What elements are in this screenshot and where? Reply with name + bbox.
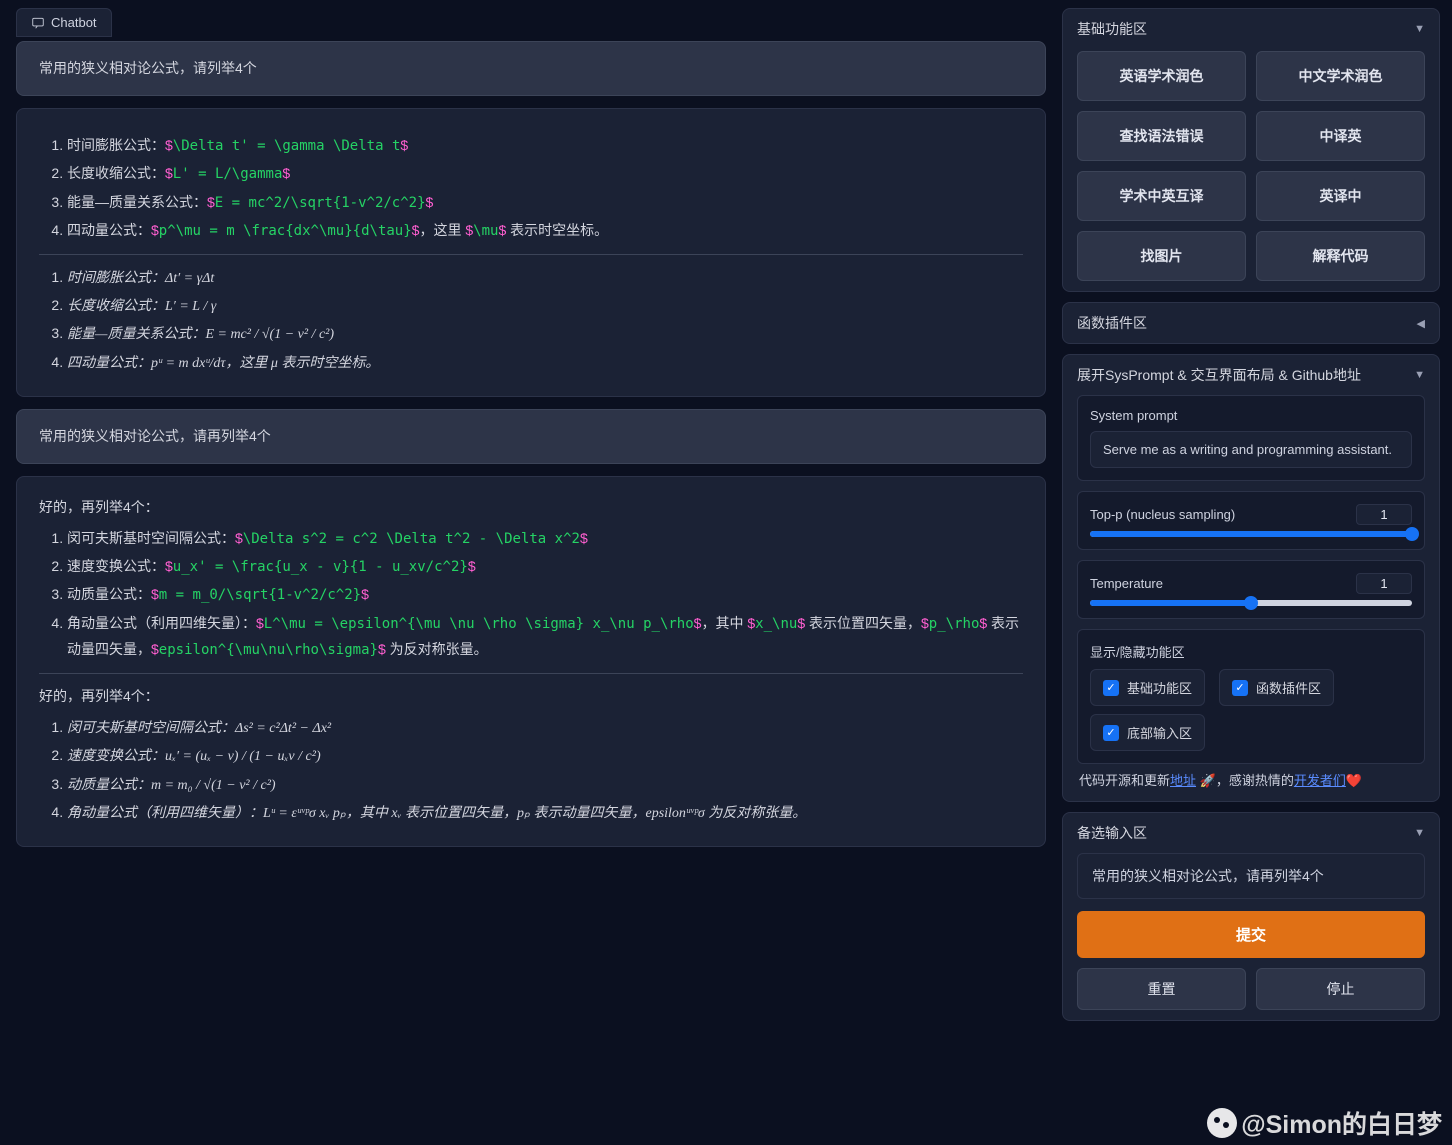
fn-explain-code[interactable]: 解释代码 bbox=[1256, 231, 1425, 281]
temp-value[interactable]: 1 bbox=[1356, 573, 1412, 594]
fn-english-polish[interactable]: 英语学术润色 bbox=[1077, 51, 1246, 101]
reset-button[interactable]: 重置 bbox=[1077, 968, 1246, 1010]
fn-grammar-check[interactable]: 查找语法错误 bbox=[1077, 111, 1246, 161]
user-text: 常用的狭义相对论公式，请再列举4个 bbox=[39, 428, 271, 444]
slider-thumb[interactable] bbox=[1244, 596, 1258, 610]
chevron-left-icon: ◀ bbox=[1417, 317, 1425, 330]
plugins-panel-header[interactable]: 函数插件区 ◀ bbox=[1077, 313, 1425, 333]
sysprompt-input[interactable]: Serve me as a writing and programming as… bbox=[1090, 431, 1412, 468]
toggle-header: 显示/隐藏功能区 bbox=[1090, 642, 1412, 661]
sysprompt-panel-title: 展开SysPrompt & 交互界面布局 & Github地址 bbox=[1077, 365, 1361, 385]
devs-link[interactable]: 开发者们 bbox=[1294, 773, 1346, 788]
basic-button-grid: 英语学术润色 中文学术润色 查找语法错误 中译英 学术中英互译 英译中 找图片 … bbox=[1077, 51, 1425, 281]
fn-chinese-polish[interactable]: 中文学术润色 bbox=[1256, 51, 1425, 101]
chevron-down-icon: ▼ bbox=[1414, 23, 1425, 35]
chevron-down-icon: ▼ bbox=[1414, 369, 1425, 381]
temp-slider[interactable] bbox=[1090, 600, 1412, 606]
tab-chatbot[interactable]: Chatbot bbox=[16, 8, 112, 37]
formula-list-raw: 闵可夫斯基时空间隔公式：$\Delta s^2 = c^2 \Delta t^2… bbox=[39, 526, 1023, 663]
alt-input-panel: 备选输入区 ▼ 常用的狭义相对论公式，请再列举4个 提交 重置 停止 bbox=[1062, 812, 1440, 1021]
fn-academic-translate[interactable]: 学术中英互译 bbox=[1077, 171, 1246, 221]
plugins-panel-title: 函数插件区 bbox=[1077, 313, 1147, 333]
chevron-down-icon: ▼ bbox=[1414, 827, 1425, 839]
topp-label: Top-p (nucleus sampling) bbox=[1090, 507, 1235, 522]
alt-input-header[interactable]: 备选输入区 ▼ bbox=[1077, 823, 1425, 843]
repo-link[interactable]: 地址 bbox=[1170, 773, 1196, 788]
temp-block: Temperature 1 bbox=[1077, 560, 1425, 619]
tab-label: Chatbot bbox=[51, 15, 97, 30]
chat-icon bbox=[31, 16, 45, 30]
fn-find-image[interactable]: 找图片 bbox=[1077, 231, 1246, 281]
alt-input-field[interactable]: 常用的狭义相对论公式，请再列举4个 bbox=[1077, 853, 1425, 899]
user-message: 常用的狭义相对论公式，请列举4个 bbox=[16, 41, 1046, 96]
submit-button[interactable]: 提交 bbox=[1077, 911, 1425, 958]
assistant-message: 好的，再列举4个： 闵可夫斯基时空间隔公式：$\Delta s^2 = c^2 … bbox=[16, 476, 1046, 847]
sysprompt-panel: 展开SysPrompt & 交互界面布局 & Github地址 ▼ System… bbox=[1062, 354, 1440, 802]
formula-list-rendered: 闵可夫斯基时空间隔公式：Δs² = c²Δt² − Δx² 速度变换公式：uₓ′… bbox=[39, 715, 1023, 826]
checkbox-checked-icon: ✓ bbox=[1232, 680, 1248, 696]
temp-label: Temperature bbox=[1090, 576, 1163, 591]
rocket-icon: 🚀 bbox=[1200, 773, 1216, 788]
topp-slider[interactable] bbox=[1090, 531, 1412, 537]
sysprompt-label: System prompt bbox=[1090, 408, 1412, 423]
sysprompt-block: System prompt Serve me as a writing and … bbox=[1077, 395, 1425, 481]
basic-panel: 基础功能区 ▼ 英语学术润色 中文学术润色 查找语法错误 中译英 学术中英互译 … bbox=[1062, 8, 1440, 292]
toggle-basic[interactable]: ✓基础功能区 bbox=[1090, 669, 1205, 706]
fn-en-to-zh[interactable]: 英译中 bbox=[1256, 171, 1425, 221]
alt-input-title: 备选输入区 bbox=[1077, 823, 1147, 843]
assistant-intro-rendered: 好的，再列举4个： bbox=[39, 684, 1023, 709]
checkbox-checked-icon: ✓ bbox=[1103, 680, 1119, 696]
toggle-plugins[interactable]: ✓函数插件区 bbox=[1219, 669, 1334, 706]
stop-button[interactable]: 停止 bbox=[1256, 968, 1425, 1010]
formula-list-rendered: 时间膨胀公式：Δt′ = γΔt 长度收缩公式：L′ = L / γ 能量—质量… bbox=[39, 265, 1023, 376]
topp-block: Top-p (nucleus sampling) 1 bbox=[1077, 491, 1425, 550]
assistant-message: 时间膨胀公式：$\Delta t' = \gamma \Delta t$ 长度收… bbox=[16, 108, 1046, 397]
formula-list-raw: 时间膨胀公式：$\Delta t' = \gamma \Delta t$ 长度收… bbox=[39, 133, 1023, 244]
user-message: 常用的狭义相对论公式，请再列举4个 bbox=[16, 409, 1046, 464]
checkbox-checked-icon: ✓ bbox=[1103, 725, 1119, 741]
credits-line: 代码开源和更新地址 🚀，感谢热情的开发者们❤️ bbox=[1079, 770, 1423, 789]
fn-zh-to-en[interactable]: 中译英 bbox=[1256, 111, 1425, 161]
toggle-block: 显示/隐藏功能区 ✓基础功能区 ✓函数插件区 ✓底部输入区 bbox=[1077, 629, 1425, 764]
toggle-bottominput[interactable]: ✓底部输入区 bbox=[1090, 714, 1205, 751]
basic-panel-title: 基础功能区 bbox=[1077, 19, 1147, 39]
heart-icon: ❤️ bbox=[1346, 773, 1362, 788]
sysprompt-panel-header[interactable]: 展开SysPrompt & 交互界面布局 & Github地址 ▼ bbox=[1077, 365, 1425, 385]
plugins-panel: 函数插件区 ◀ bbox=[1062, 302, 1440, 344]
topp-value[interactable]: 1 bbox=[1356, 504, 1412, 525]
assistant-intro: 好的，再列举4个： bbox=[39, 495, 1023, 520]
slider-thumb[interactable] bbox=[1405, 527, 1419, 541]
user-text: 常用的狭义相对论公式，请列举4个 bbox=[39, 60, 257, 76]
sidebar: 基础功能区 ▼ 英语学术润色 中文学术润色 查找语法错误 中译英 学术中英互译 … bbox=[1058, 0, 1452, 1145]
chat-pane: Chatbot 常用的狭义相对论公式，请列举4个 时间膨胀公式：$\Delta … bbox=[0, 0, 1058, 1145]
basic-panel-header[interactable]: 基础功能区 ▼ bbox=[1077, 19, 1425, 39]
tab-bar: Chatbot bbox=[16, 8, 1046, 37]
